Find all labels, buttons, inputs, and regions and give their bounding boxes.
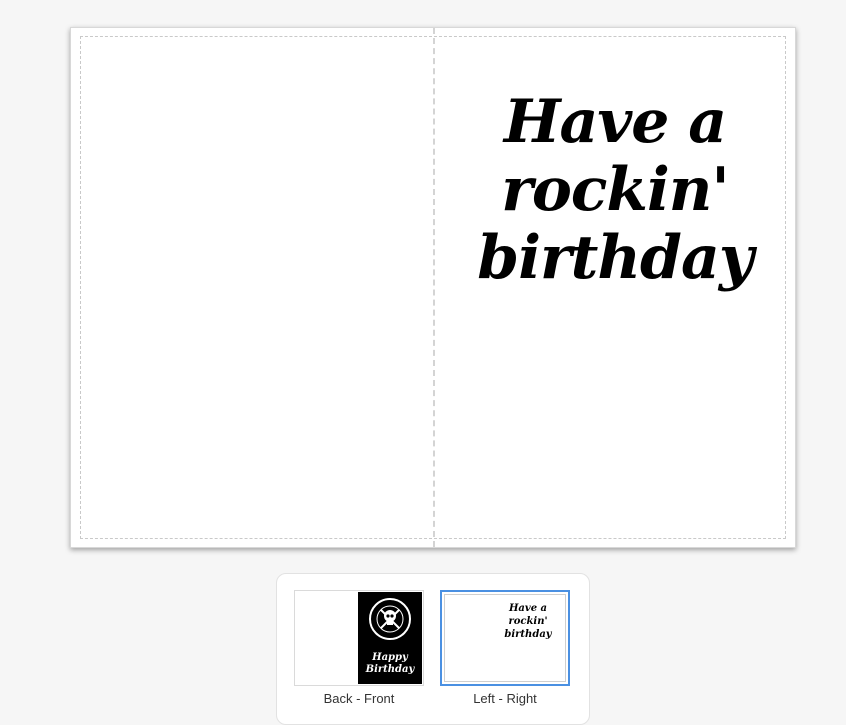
happy-birthday-text: Happy Birthday <box>358 652 422 676</box>
skull-emblem-icon <box>369 598 411 640</box>
page-thumb-label: Left - Right <box>473 691 537 706</box>
greeting-line: rockin' <box>501 155 730 225</box>
page-thumb-left-right[interactable]: Have a rockin' birthday <box>440 590 570 686</box>
left-panel[interactable] <box>71 28 433 547</box>
front-cover-preview: Happy Birthday <box>358 592 422 684</box>
thumb-greeting-text: Have a rockin' birthday <box>498 602 558 641</box>
page-thumb-back-front[interactable]: Happy Birthday <box>294 590 424 686</box>
right-panel[interactable]: Have a rockin' birthday <box>435 28 795 547</box>
thumb-text-line: rockin' <box>508 616 548 627</box>
thumb-text-line: birthday <box>504 629 552 640</box>
front-text-line: Happy <box>372 652 408 663</box>
front-text-line: Birthday <box>365 664 415 675</box>
page-selector: Happy Birthday Back - Front Have a rocki… <box>276 573 590 725</box>
greeting-text[interactable]: Have a rockin' birthday <box>435 88 795 292</box>
page-thumb-label: Back - Front <box>323 691 395 706</box>
greeting-line: Have a <box>503 87 727 157</box>
greeting-line: birthday <box>477 223 753 293</box>
card-canvas[interactable]: Have a rockin' birthday <box>70 27 796 548</box>
thumb-text-line: Have a <box>508 603 548 614</box>
